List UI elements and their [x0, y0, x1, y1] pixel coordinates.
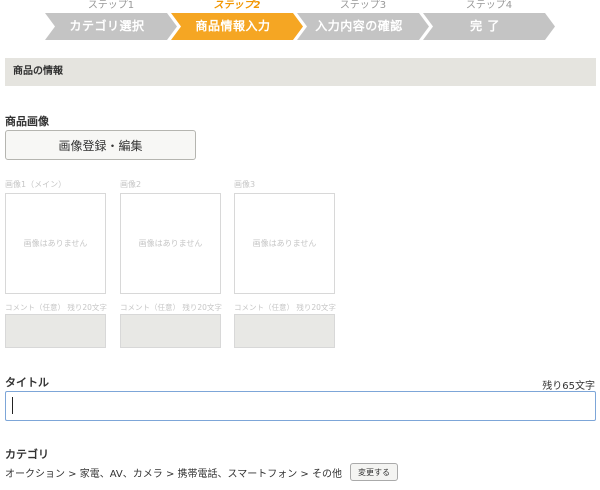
image-slot-1-placeholder: 画像はありません	[23, 239, 88, 248]
title-input[interactable]	[5, 391, 596, 421]
section-header: 商品の情報	[5, 58, 596, 86]
image-slot-2-placeholder: 画像はありません	[138, 239, 203, 248]
image-slot-1-label: 画像1（メイン）	[5, 180, 67, 189]
title-remaining-count: 残り65文字	[542, 381, 595, 392]
step-1-number: ステップ1	[87, 0, 135, 11]
section-title: 商品の情報	[13, 66, 63, 77]
image-slot-2-comment-label: コメント（任意） 残り20文字	[120, 303, 222, 312]
image-slot-1-comment-field[interactable]	[5, 314, 106, 348]
image-slot-1-comment-label: コメント（任意） 残り20文字	[5, 303, 107, 312]
step-2: ステップ2 商品情報入力	[171, 0, 303, 42]
step-1-label: カテゴリ選択	[69, 19, 145, 33]
image-slot-3-comment-label: コメント（任意） 残り20文字	[234, 303, 336, 312]
step-2-label: 商品情報入力	[195, 19, 271, 33]
step-2-number: ステップ2	[213, 0, 261, 11]
category-breadcrumb: オークション > 家電、AV、カメラ > 携帯電話、スマートフォン > その他	[5, 469, 342, 480]
image-slot-3-placeholder: 画像はありません	[252, 239, 317, 248]
image-slot-2[interactable]: 画像はありません	[120, 193, 221, 294]
change-category-button[interactable]: 変更する	[350, 463, 398, 481]
step-4-number: ステップ4	[465, 0, 513, 11]
image-slot-3[interactable]: 画像はありません	[234, 193, 335, 294]
step-3-number: ステップ3	[339, 0, 387, 11]
text-caret	[12, 397, 13, 414]
image-slot-2-label: 画像2	[120, 180, 142, 189]
image-slot-1[interactable]: 画像はありません	[5, 193, 106, 294]
image-edit-button[interactable]: 画像登録・編集	[5, 130, 196, 160]
title-label: タイトル	[5, 376, 49, 389]
images-heading: 商品画像	[5, 115, 49, 128]
image-slot-2-comment-field[interactable]	[120, 314, 221, 348]
image-slot-3-label: 画像3	[234, 180, 256, 189]
step-progress-bar: ステップ1 カテゴリ選択 ステップ2 商品情報入力 ステップ3 入力内容の確認 …	[45, 0, 555, 42]
category-label: カテゴリ	[5, 448, 49, 461]
image-slot-3-comment-field[interactable]	[234, 314, 335, 348]
step-4-label: 完 了	[470, 19, 500, 33]
step-3: ステップ3 入力内容の確認	[297, 0, 429, 42]
step-1: ステップ1 カテゴリ選択	[45, 0, 177, 42]
step-4: ステップ4 完 了	[423, 0, 555, 42]
step-3-label: 入力内容の確認	[315, 19, 403, 33]
